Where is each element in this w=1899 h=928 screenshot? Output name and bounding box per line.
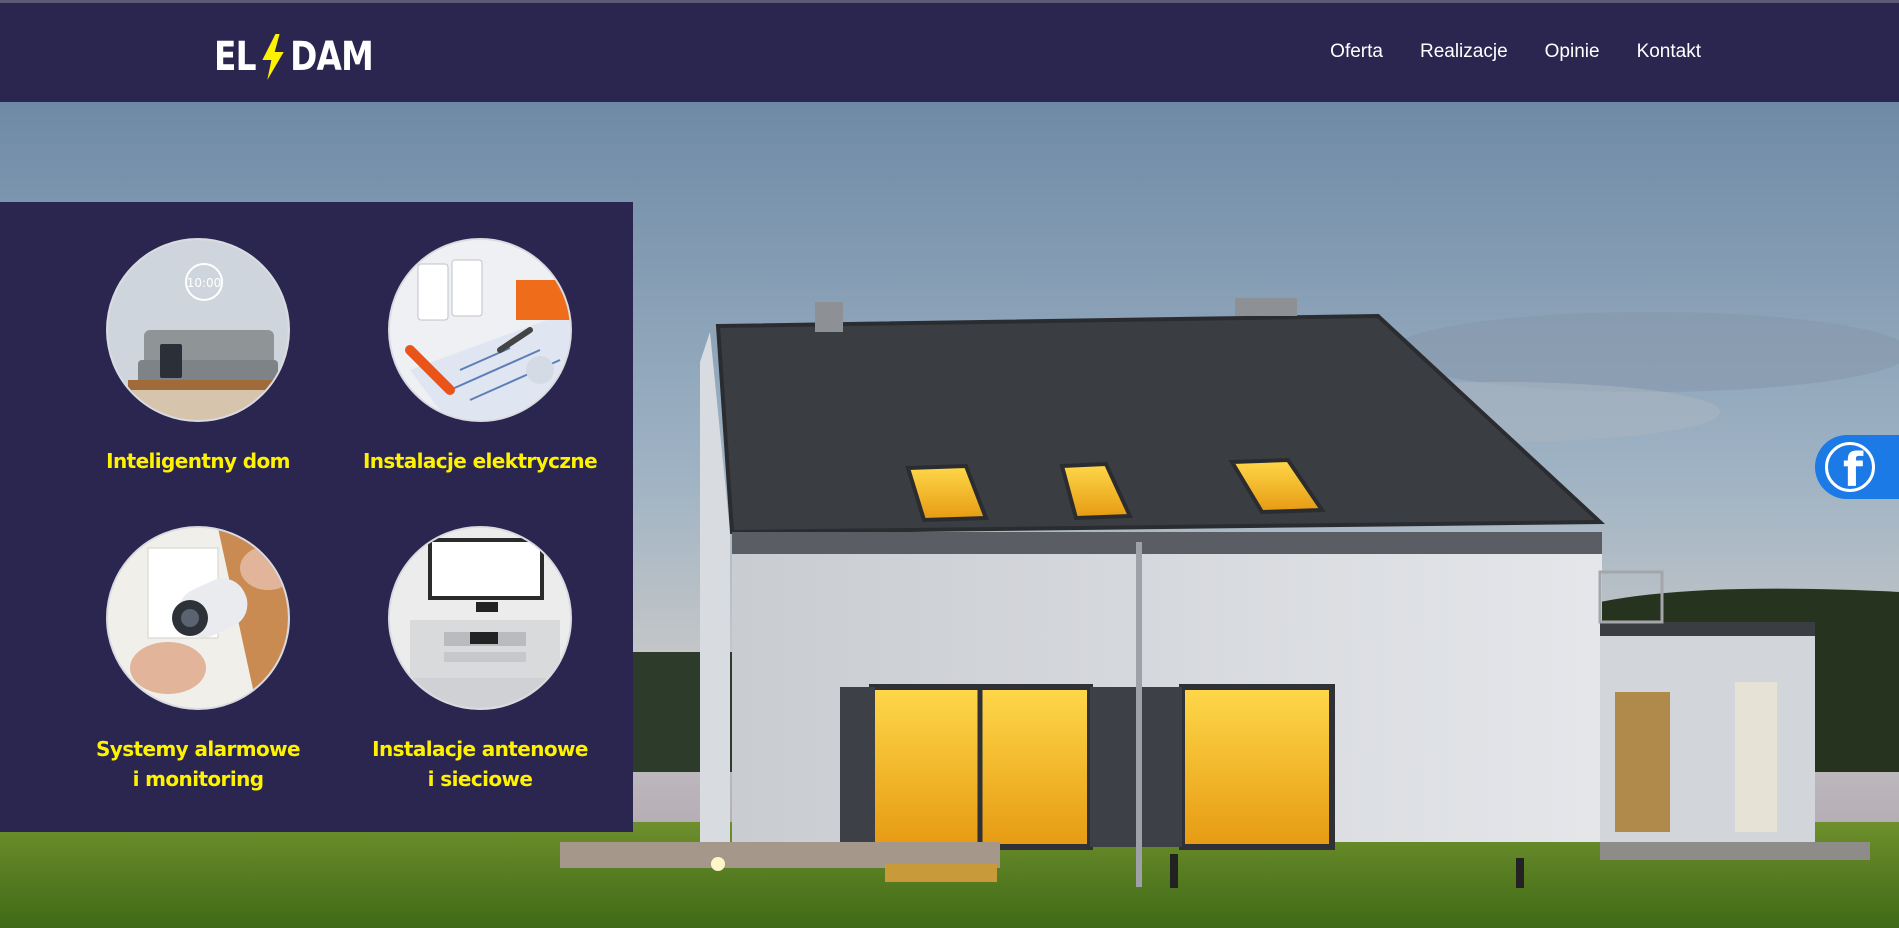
main-nav: Oferta Realizacje Opinie Kontakt: [1330, 41, 1701, 63]
tv-antenna-network-photo: [388, 526, 572, 710]
service-title-line: Systemy alarmowe: [95, 737, 301, 761]
services-panel: 10:00 Inteligentny dom Instalacje elektr…: [0, 202, 633, 832]
smart-home-photo: 10:00: [106, 238, 290, 422]
service-title: Instalacje elektryczne: [330, 446, 630, 476]
cctv-camera-photo: [106, 526, 290, 710]
svg-text:10:00: 10:00: [187, 276, 222, 290]
service-title-line: Instalacje elektryczne: [362, 449, 598, 473]
service-smart-home[interactable]: 10:00 Inteligentny dom: [48, 238, 348, 476]
facebook-glyph: f: [1842, 443, 1863, 492]
logo-text-left: EL: [214, 34, 256, 80]
service-title-line: Inteligentny dom: [106, 449, 290, 473]
service-title: Systemy alarmowe i monitoring: [48, 734, 348, 794]
lightning-bolt-icon: [262, 34, 284, 80]
service-alarm-monitoring[interactable]: Systemy alarmowe i monitoring: [48, 526, 348, 794]
service-title-line: i sieciowe: [427, 767, 533, 791]
nav-item-realizacje[interactable]: Realizacje: [1420, 41, 1508, 63]
service-title: Inteligentny dom: [48, 446, 348, 476]
service-electrical[interactable]: Instalacje elektryczne: [330, 238, 630, 476]
service-title: Instalacje antenowe i sieciowe: [330, 734, 630, 794]
nav-item-opinie[interactable]: Opinie: [1545, 41, 1600, 63]
site-logo[interactable]: EL DAM: [214, 34, 374, 80]
electrical-installation-photo: [388, 238, 572, 422]
service-antenna-network[interactable]: Instalacje antenowe i sieciowe: [330, 526, 630, 794]
site-header: EL DAM Oferta Realizacje Opinie Kontakt: [0, 0, 1899, 102]
service-title-line: i monitoring: [132, 767, 264, 791]
service-title-line: Instalacje antenowe: [372, 737, 588, 761]
facebook-icon: f: [1825, 442, 1875, 492]
facebook-button[interactable]: f: [1815, 435, 1899, 499]
logo-text-right: DAM: [290, 34, 374, 80]
nav-item-oferta[interactable]: Oferta: [1330, 41, 1383, 63]
nav-item-kontakt[interactable]: Kontakt: [1637, 41, 1701, 63]
